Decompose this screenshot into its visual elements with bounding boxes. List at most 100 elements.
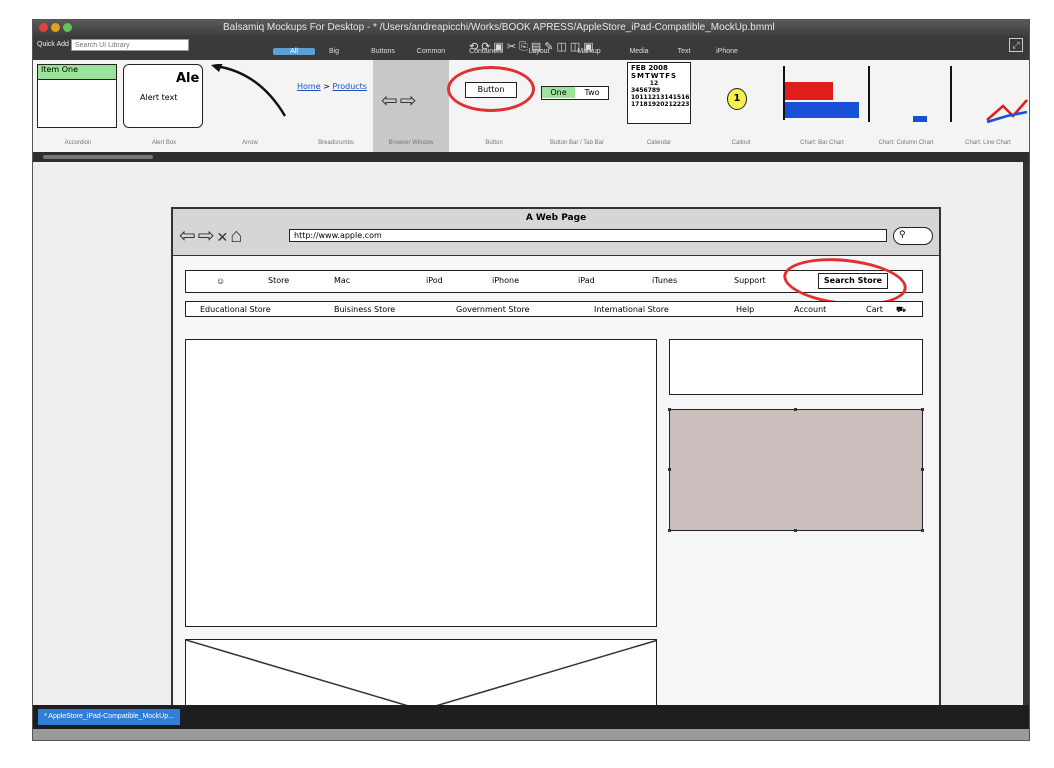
image-placeholder-cross-icon: [186, 640, 656, 705]
tab-common[interactable]: Common: [409, 48, 453, 55]
nav-mac[interactable]: Mac: [334, 276, 350, 285]
resize-handle[interactable]: [921, 529, 924, 532]
subnav-international[interactable]: International Store: [594, 305, 669, 314]
title-bar: Balsamiq Mockups For Desktop - * /Users/…: [33, 20, 1029, 36]
resize-handle[interactable]: [921, 408, 924, 411]
browser-header: A Web Page ⇦⇨✕⌂ http://www.apple.com ⚲: [173, 209, 939, 256]
tab-text[interactable]: Text: [669, 48, 699, 55]
search-icon: ⚲: [899, 229, 906, 239]
selected-image-placeholder[interactable]: [668, 408, 924, 532]
library-arrow[interactable]: Arrow: [209, 60, 291, 152]
tab-iphone[interactable]: iPhone: [709, 48, 745, 55]
nav-store[interactable]: Store: [268, 276, 289, 285]
tab-buttons[interactable]: Buttons: [361, 48, 405, 55]
library-caption: Chart: Line Chart: [965, 140, 1011, 146]
url-field[interactable]: http://www.apple.com: [289, 229, 887, 242]
library-caption: Chart: Bar Chart: [800, 140, 844, 146]
bar-chart-icon: [783, 66, 859, 120]
library-caption: Browser Window: [388, 140, 434, 146]
accordion-item-label: Item One: [38, 65, 116, 80]
library-line-chart[interactable]: Chart: Line Chart: [947, 60, 1029, 152]
tab-containers[interactable]: Containers: [461, 48, 511, 55]
browser-search-field[interactable]: ⚲: [893, 227, 933, 245]
ui-library-strip: Item One Accordion Ale Alert text Alert …: [33, 60, 1029, 152]
alert-text: Alert text: [140, 93, 178, 102]
subnav-business[interactable]: Buisiness Store: [334, 305, 395, 314]
subnav-educational[interactable]: Educational Store: [200, 305, 271, 314]
breadcrumb-separator: >: [323, 82, 330, 91]
resize-handle[interactable]: [794, 529, 797, 532]
button-bar-one: One: [542, 87, 575, 98]
fullscreen-icon[interactable]: ⤢: [1009, 38, 1023, 52]
library-column-chart[interactable]: Chart: Column Chart: [865, 60, 947, 152]
document-tab[interactable]: * AppleStore_iPad-Compatible_MockUp...: [38, 709, 180, 725]
browser-nav-icons: ⇦⇨✕⌂: [179, 225, 245, 247]
cart-icon[interactable]: ⛟: [896, 305, 906, 315]
resize-handle[interactable]: [668, 408, 671, 411]
library-caption: Calendar: [646, 140, 672, 146]
resize-handle[interactable]: [668, 529, 671, 532]
document-tab-bar: * AppleStore_iPad-Compatible_MockUp...: [33, 705, 1029, 729]
quick-add-search-input[interactable]: [71, 39, 189, 51]
alert-title: Ale: [176, 71, 200, 86]
minimize-window-icon[interactable]: [51, 23, 60, 32]
tab-markup[interactable]: Markup: [569, 48, 609, 55]
nav-iphone[interactable]: iPhone: [492, 276, 519, 285]
library-caption: Chart: Column Chart: [878, 140, 934, 146]
library-caption: Callout: [731, 140, 751, 146]
library-caption: Breadcrumbs: [318, 140, 354, 146]
mockup-page-title: A Web Page: [525, 213, 587, 223]
library-accordion[interactable]: Item One Accordion: [37, 60, 119, 152]
library-scrollbar[interactable]: [33, 152, 1029, 162]
line-chart-icon: [950, 66, 1028, 124]
calendar-days: SMTWTFS: [631, 72, 678, 80]
library-button-bar[interactable]: One Two Button Bar / Tab Bar: [537, 60, 617, 152]
tab-layout[interactable]: Layout: [519, 48, 559, 55]
library-scroll-thumb[interactable]: [43, 155, 153, 159]
nav-ipod[interactable]: iPod: [426, 276, 443, 285]
library-alert-box[interactable]: Ale Alert text Alert Box: [123, 60, 205, 152]
subnav-account[interactable]: Account: [794, 305, 826, 314]
calendar-header: FEB 2008: [631, 64, 668, 72]
apple-logo-icon[interactable]: ☺: [216, 276, 225, 286]
canvas-vertical-scrollbar[interactable]: [1023, 162, 1029, 705]
nav-support[interactable]: Support: [734, 276, 766, 285]
button-bar-two: Two: [584, 88, 600, 97]
resize-handle[interactable]: [668, 468, 671, 471]
library-caption: Alert Box: [151, 140, 177, 146]
highlight-circle: [447, 66, 535, 112]
subnav-cart[interactable]: Cart: [866, 305, 883, 314]
window-title: Balsamiq Mockups For Desktop - * /Users/…: [223, 22, 775, 33]
nav-itunes[interactable]: iTunes: [652, 276, 677, 285]
mockup-canvas[interactable]: A Web Page ⇦⇨✕⌂ http://www.apple.com ⚲ ☺…: [33, 162, 1025, 705]
quick-add-label: Quick Add: [37, 41, 69, 48]
close-window-icon[interactable]: [39, 23, 48, 32]
tab-all[interactable]: All: [273, 48, 315, 55]
library-bar-chart[interactable]: Chart: Bar Chart: [781, 60, 863, 152]
subnav-help[interactable]: Help: [736, 305, 754, 314]
arrow-icon: [211, 64, 287, 117]
library-browser-window[interactable]: ⇦⇨ Browser Window: [373, 60, 449, 152]
tab-big[interactable]: Big: [317, 48, 351, 55]
library-callout[interactable]: 1 Callout: [701, 60, 781, 152]
side-content-box[interactable]: [669, 339, 923, 395]
breadcrumb-products: Products: [332, 82, 367, 91]
image-placeholder[interactable]: [185, 639, 657, 705]
library-button[interactable]: Button Button: [447, 60, 535, 152]
breadcrumb-home: Home: [297, 82, 321, 91]
nav-ipad[interactable]: iPad: [578, 276, 595, 285]
zoom-window-icon[interactable]: [63, 23, 72, 32]
resize-handle[interactable]: [794, 408, 797, 411]
resize-handle[interactable]: [921, 468, 924, 471]
library-caption: Arrow: [242, 140, 258, 146]
main-content-area[interactable]: [185, 339, 657, 627]
library-calendar[interactable]: FEB 2008 SMTWTFS 12 3456789 10111213141516…: [619, 60, 699, 152]
status-bar: [33, 729, 1029, 740]
app-window: Balsamiq Mockups For Desktop - * /Users/…: [32, 19, 1030, 741]
browser-window-mockup[interactable]: A Web Page ⇦⇨✕⌂ http://www.apple.com ⚲ ☺…: [171, 207, 941, 705]
subnav-government[interactable]: Government Store: [456, 305, 530, 314]
tab-media[interactable]: Media: [619, 48, 659, 55]
sub-nav-bar: Educational Store Buisiness Store Govern…: [185, 301, 923, 317]
library-caption: Button: [485, 140, 503, 146]
library-breadcrumbs[interactable]: Home > Products Breadcrumbs: [295, 60, 377, 152]
